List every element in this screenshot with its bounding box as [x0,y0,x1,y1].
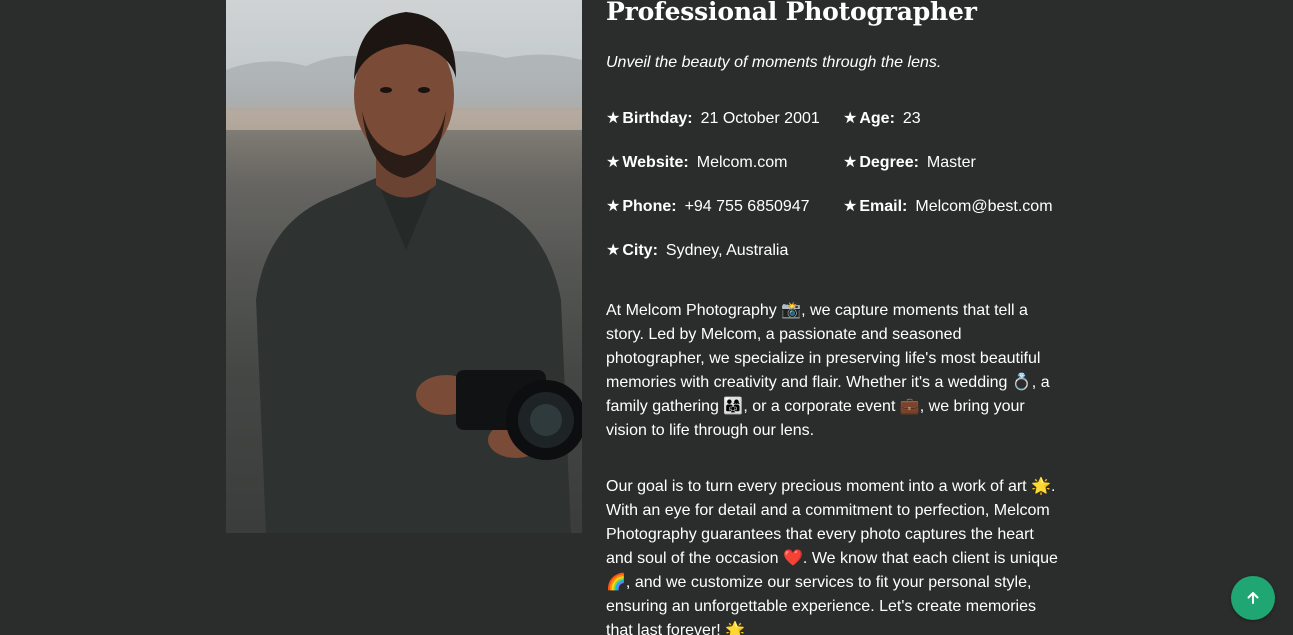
info-label: City: [622,242,658,259]
info-birthday: ★ Birthday: 21 October 2001 [606,109,820,129]
star-icon: ★ [843,154,858,171]
star-icon: ★ [606,198,621,215]
about-section: Professional Photographer Unveil the bea… [0,0,1293,635]
info-label: Degree: [859,154,919,171]
star-icon: ★ [843,198,858,215]
info-label: Birthday: [622,110,693,127]
about-paragraph-intro: At Melcom Photography 📸, we capture mome… [606,302,1050,439]
info-degree: ★ Degree: Master [843,153,976,173]
about-paragraph-goal: Our goal is to turn every precious momen… [606,478,1058,635]
info-city: ★ City: Sydney, Australia [606,241,788,261]
info-value: Melcom@best.com [915,198,1053,215]
back-to-top-button[interactable] [1231,576,1275,620]
info-value: Master [926,154,976,171]
page-title: Professional Photographer [606,0,977,26]
arrow-up-icon [1247,592,1259,604]
info-value: 21 October 2001 [700,110,820,127]
tagline: Unveil the beauty of moments through the… [606,54,942,71]
info-value: 23 [902,110,921,127]
info-age: ★ Age: 23 [843,109,921,129]
info-label: Age: [859,110,895,127]
info-label: Website: [622,154,689,171]
info-email: ★ Email: Melcom@best.com [843,197,1053,217]
info-label: Email: [859,198,908,215]
info-value: Sydney, Australia [665,242,789,259]
info-phone: ★ Phone: +94 755 6850947 [606,197,810,217]
info-label: Phone: [622,198,677,215]
star-icon: ★ [843,110,858,127]
star-icon: ★ [606,154,621,171]
star-icon: ★ [606,242,621,259]
profile-photo [226,0,582,533]
info-value: Melcom.com [696,154,788,171]
star-icon: ★ [606,110,621,127]
info-value: +94 755 6850947 [684,198,810,215]
info-website: ★ Website: Melcom.com [606,153,787,173]
